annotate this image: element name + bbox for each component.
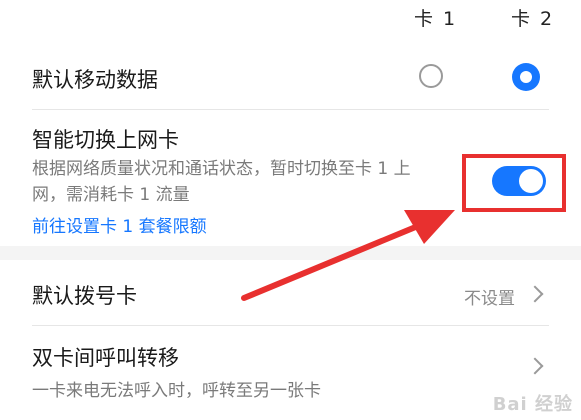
default-dial-sim-row[interactable]: 默认拨号卡 不设置 [0, 260, 581, 324]
smart-switch-title: 智能切换上网卡 [32, 128, 179, 152]
dual-sim-settings-page: 卡 1 卡 2 默认移动数据 智能切换上网卡 根据网络质量状况和通话状态，暂时切… [0, 0, 581, 420]
smart-switch-description: 根据网络质量状况和通话状态，暂时切换至卡 1 上网，需消耗卡 1 流量 [32, 159, 411, 205]
section-separator [0, 246, 581, 260]
sim-column-header: 卡 1 卡 2 [0, 0, 581, 36]
default-mobile-data-label: 默认移动数据 [32, 68, 158, 92]
toggle-knob [519, 169, 543, 193]
chevron-right-icon [526, 357, 544, 375]
smart-switch-row: 智能切换上网卡 根据网络质量状况和通话状态，暂时切换至卡 1 上网，需消耗卡 1… [0, 110, 581, 246]
chevron-right-icon [526, 285, 544, 303]
sim2-column-label: 卡 2 [511, 8, 555, 30]
call-forwarding-description: 一卡来电无法呼入时，呼转至另一张卡 [32, 381, 321, 401]
sim1-data-radio[interactable] [419, 64, 443, 88]
default-dial-sim-label: 默认拨号卡 [32, 284, 137, 308]
sim2-data-radio[interactable] [512, 63, 540, 91]
smart-switch-toggle[interactable] [492, 166, 546, 196]
default-dial-sim-value: 不设置 [464, 289, 515, 309]
default-mobile-data-row: 默认移动数据 [0, 52, 581, 108]
baidu-jingyan-watermark: Bai 经验 [492, 394, 573, 415]
call-forwarding-title: 双卡间呼叫转移 [32, 346, 179, 370]
sim1-plan-limit-link[interactable]: 前往设置卡 1 套餐限额 [32, 212, 207, 237]
sim1-column-label: 卡 1 [414, 8, 458, 30]
